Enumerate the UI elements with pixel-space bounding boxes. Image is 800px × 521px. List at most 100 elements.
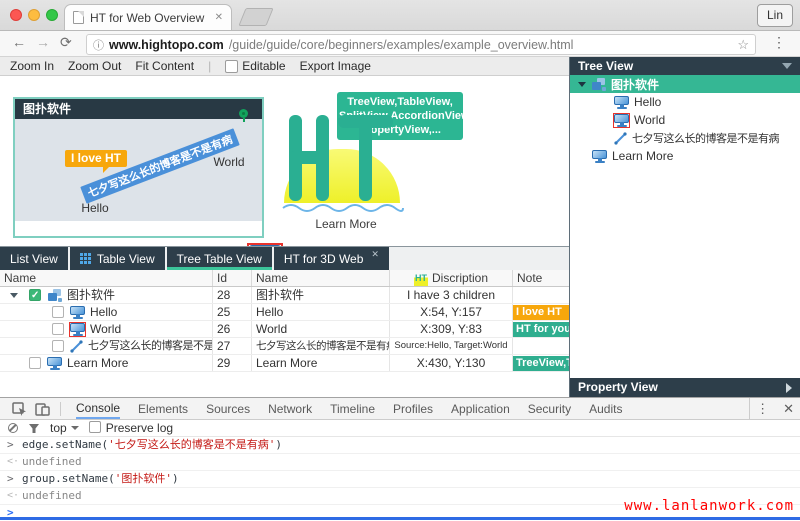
minimize-window-button[interactable] xyxy=(28,9,40,21)
address-bar[interactable]: www.hightopo.com /guide/guide/core/begin… xyxy=(86,34,756,55)
zoom-out-button[interactable]: Zoom Out xyxy=(68,59,121,73)
cell-name: Hello xyxy=(252,304,390,320)
editable-checkbox-box[interactable] xyxy=(225,60,238,73)
url-host: www.hightopo.com xyxy=(109,38,224,52)
col-header-discription[interactable]: HT Discription xyxy=(390,270,513,286)
tab-close-icon[interactable]: ✕ xyxy=(215,12,223,23)
col-header-id[interactable]: Id xyxy=(213,270,252,286)
preserve-log-checkbox-box[interactable] xyxy=(89,421,101,433)
devtools-menu-icon[interactable]: ⋮ xyxy=(756,401,769,417)
devtools-tab-sources[interactable]: Sources xyxy=(206,398,250,419)
row-label: 七夕写这么长的博客是不是有病 xyxy=(88,338,213,354)
collapse-caret-icon[interactable] xyxy=(782,63,792,69)
preserve-log-checkbox[interactable]: Preserve log xyxy=(89,421,173,435)
table-row[interactable]: Hello 25 Hello X:54, Y:157 I love HT xyxy=(0,304,569,321)
devtools-tab-timeline[interactable]: Timeline xyxy=(330,398,375,419)
zoom-in-button[interactable]: Zoom In xyxy=(10,59,54,73)
tree-item-label: 图扑软件 xyxy=(611,76,659,93)
expander-icon[interactable] xyxy=(10,293,18,298)
row-checkbox[interactable] xyxy=(52,340,64,352)
row-checkbox[interactable] xyxy=(52,323,64,335)
group-title: 图扑软件 xyxy=(15,99,262,119)
tree-item-hello[interactable]: Hello xyxy=(570,93,800,111)
graph-view[interactable]: 图扑软件 Hello I love HT World 七夕写这么长的博客是不是有… xyxy=(0,77,569,247)
toolbar-divider xyxy=(60,402,61,416)
browser-menu-icon[interactable] xyxy=(772,34,786,51)
devtools-tab-elements[interactable]: Elements xyxy=(138,398,188,419)
page-icon xyxy=(73,11,84,24)
tab-ht-for-3d-web[interactable]: HT for 3D Web ✕ xyxy=(274,247,389,270)
context-selector[interactable]: top xyxy=(50,421,79,435)
expander-icon[interactable] xyxy=(578,82,586,87)
tab-ht-for-3d-web-label: HT for 3D Web xyxy=(284,252,364,266)
export-image-button[interactable]: Export Image xyxy=(300,59,371,73)
tab-list-view[interactable]: List View xyxy=(0,247,68,270)
devtools-tab-audits[interactable]: Audits xyxy=(589,398,622,419)
devtools-close-icon[interactable]: ✕ xyxy=(783,401,794,417)
table-header-row: Name Id Name HT Discription Note xyxy=(0,270,569,287)
devtools-tab-console[interactable]: Console xyxy=(76,398,120,419)
browser-tab[interactable]: HT for Web Overview ✕ xyxy=(64,4,232,30)
close-window-button[interactable] xyxy=(10,9,22,21)
console-result: undefined xyxy=(22,455,82,468)
ht-mini-logo-icon: HT xyxy=(414,270,428,286)
tree-item-edge[interactable]: 七夕写这么长的博客是不是有病 xyxy=(570,129,800,147)
row-checkbox[interactable] xyxy=(29,357,41,369)
row-checkbox[interactable] xyxy=(52,306,64,318)
inspect-element-icon[interactable] xyxy=(12,402,27,416)
table-row[interactable]: World 26 World X:309, Y:83 HT for your xyxy=(0,321,569,338)
devtools-tab-network[interactable]: Network xyxy=(268,398,312,419)
device-toolbar-icon[interactable] xyxy=(35,402,50,416)
new-tab-button[interactable] xyxy=(238,8,273,26)
console-input-line: group.setName('图扑软件') xyxy=(0,471,800,488)
table-row[interactable]: Learn More 29 Learn More X:430, Y:130 Tr… xyxy=(0,355,569,372)
expand-arrow-icon[interactable] xyxy=(786,383,792,393)
ht-logo-h-crossbar xyxy=(289,151,329,164)
console-result-icon xyxy=(7,454,19,470)
group-icon xyxy=(591,78,606,91)
chevron-down-icon xyxy=(71,426,79,430)
devtools-tab-application[interactable]: Application xyxy=(451,398,510,419)
refresh-icon[interactable] xyxy=(60,34,72,51)
hello-callout[interactable]: I love HT xyxy=(65,150,127,167)
zoom-window-button[interactable] xyxy=(46,9,58,21)
profile-button[interactable]: Lin xyxy=(757,4,793,27)
filter-funnel-icon[interactable] xyxy=(28,423,40,434)
devtools-tab-security[interactable]: Security xyxy=(528,398,571,419)
tree-view-title: Tree View xyxy=(578,59,633,73)
back-icon[interactable] xyxy=(12,34,26,50)
tab-table-view[interactable]: Table View xyxy=(70,247,165,270)
tree-item-learn-more[interactable]: Learn More xyxy=(570,147,800,165)
table-row[interactable]: 七夕写这么长的博客是不是有病 27 七夕写这么长的博客是不是有病 Source:… xyxy=(0,338,569,355)
tree-view-header[interactable]: Tree View xyxy=(570,57,800,75)
col-header-note[interactable]: Note xyxy=(513,270,569,286)
tree-item-world[interactable]: World xyxy=(570,111,800,129)
preserve-log-label: Preserve log xyxy=(106,421,173,435)
console-result-icon xyxy=(7,488,19,504)
view-toolbar: Zoom In Zoom Out Fit Content | Editable … xyxy=(0,57,569,76)
tree-item-group[interactable]: 图扑软件 xyxy=(570,75,800,93)
devtools-tabbar: Console Elements Sources Network Timelin… xyxy=(0,398,800,420)
note-badge: TreeView,Ta xyxy=(513,356,569,371)
tab-table-view-label: Table View xyxy=(97,252,155,266)
col-header-name2[interactable]: Name xyxy=(252,270,390,286)
url-path: /guide/guide/core/beginners/examples/exa… xyxy=(229,38,733,52)
cell-note xyxy=(513,287,569,303)
row-checkbox[interactable] xyxy=(29,289,41,301)
learn-more-node-label[interactable]: Learn More xyxy=(296,217,396,231)
tab-tree-table-view[interactable]: Tree Table View xyxy=(167,247,272,270)
info-icon[interactable] xyxy=(93,37,104,53)
editable-checkbox[interactable]: Editable xyxy=(225,59,285,73)
col-header-name[interactable]: Name xyxy=(0,270,213,286)
console-string: '图扑软件' xyxy=(115,472,172,485)
table-row[interactable]: 图扑软件 28 图扑软件 I have 3 children xyxy=(0,287,569,304)
console-code: ) xyxy=(275,438,282,451)
forward-icon[interactable] xyxy=(36,34,50,50)
fit-content-button[interactable]: Fit Content xyxy=(135,59,194,73)
devtools-tab-profiles[interactable]: Profiles xyxy=(393,398,433,419)
tab-close-icon[interactable]: ✕ xyxy=(371,249,379,260)
clear-console-icon[interactable] xyxy=(8,423,18,433)
bookmark-star-icon[interactable] xyxy=(737,37,749,53)
property-view-header[interactable]: Property View xyxy=(570,378,800,397)
cell-id: 27 xyxy=(213,338,252,354)
